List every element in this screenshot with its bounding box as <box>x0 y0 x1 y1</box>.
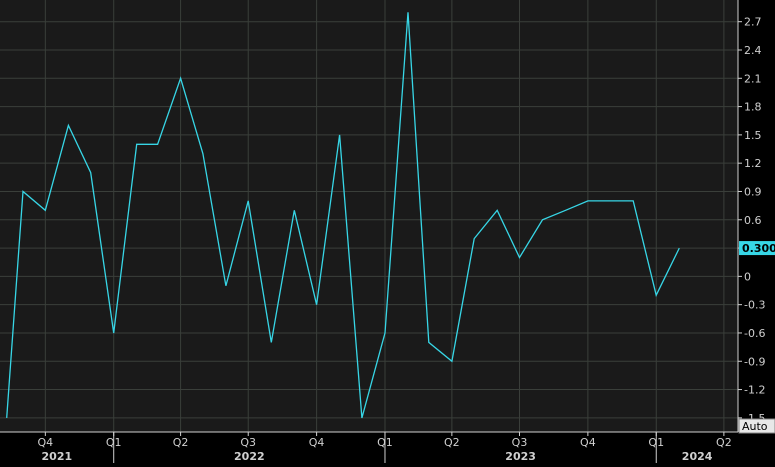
auto-button-label[interactable]: Auto <box>742 420 768 433</box>
y-tick-label: -0.3 <box>744 299 765 312</box>
quarter-label: Q2 <box>173 436 189 449</box>
y-tick-label: 2.1 <box>744 72 762 85</box>
y-tick-label: 1.8 <box>744 101 762 114</box>
year-label: 2023 <box>505 450 536 463</box>
year-label: 2021 <box>42 450 73 463</box>
quarter-label: Q4 <box>309 436 325 449</box>
quarter-label: Q3 <box>512 436 528 449</box>
y-tick-label: 0 <box>744 270 751 283</box>
last-value-label: 0.300 <box>742 242 775 255</box>
y-tick-label: 0.9 <box>744 185 762 198</box>
year-label: 2024 <box>682 450 713 463</box>
y-tick-label: 2.7 <box>744 16 762 29</box>
quarter-label: Q1 <box>106 436 122 449</box>
y-tick-label: 2.4 <box>744 44 762 57</box>
quarter-label: Q4 <box>37 436 53 449</box>
chart-svg: 2.72.42.11.81.51.20.90.60.30-0.3-0.6-0.9… <box>0 0 775 463</box>
chart: 2.72.42.11.81.51.20.90.60.30-0.3-0.6-0.9… <box>0 0 775 463</box>
quarter-label: Q4 <box>580 436 596 449</box>
year-label: 2022 <box>234 450 265 463</box>
plot-area <box>0 0 738 432</box>
y-tick-label: 1.2 <box>744 157 762 170</box>
auto-button[interactable]: Auto <box>738 418 775 434</box>
quarter-label: Q2 <box>444 436 460 449</box>
quarter-label: Q2 <box>716 436 732 449</box>
y-tick-label: 0.6 <box>744 214 762 227</box>
y-tick-label: -1.2 <box>744 384 765 397</box>
quarter-label: Q3 <box>240 436 256 449</box>
y-tick-label: 1.5 <box>744 129 762 142</box>
y-tick-label: -0.9 <box>744 355 765 368</box>
last-value-badge: 0.300 <box>739 241 775 256</box>
quarter-label: Q1 <box>377 436 393 449</box>
quarter-label: Q1 <box>648 436 664 449</box>
y-tick-label: -0.6 <box>744 327 765 340</box>
